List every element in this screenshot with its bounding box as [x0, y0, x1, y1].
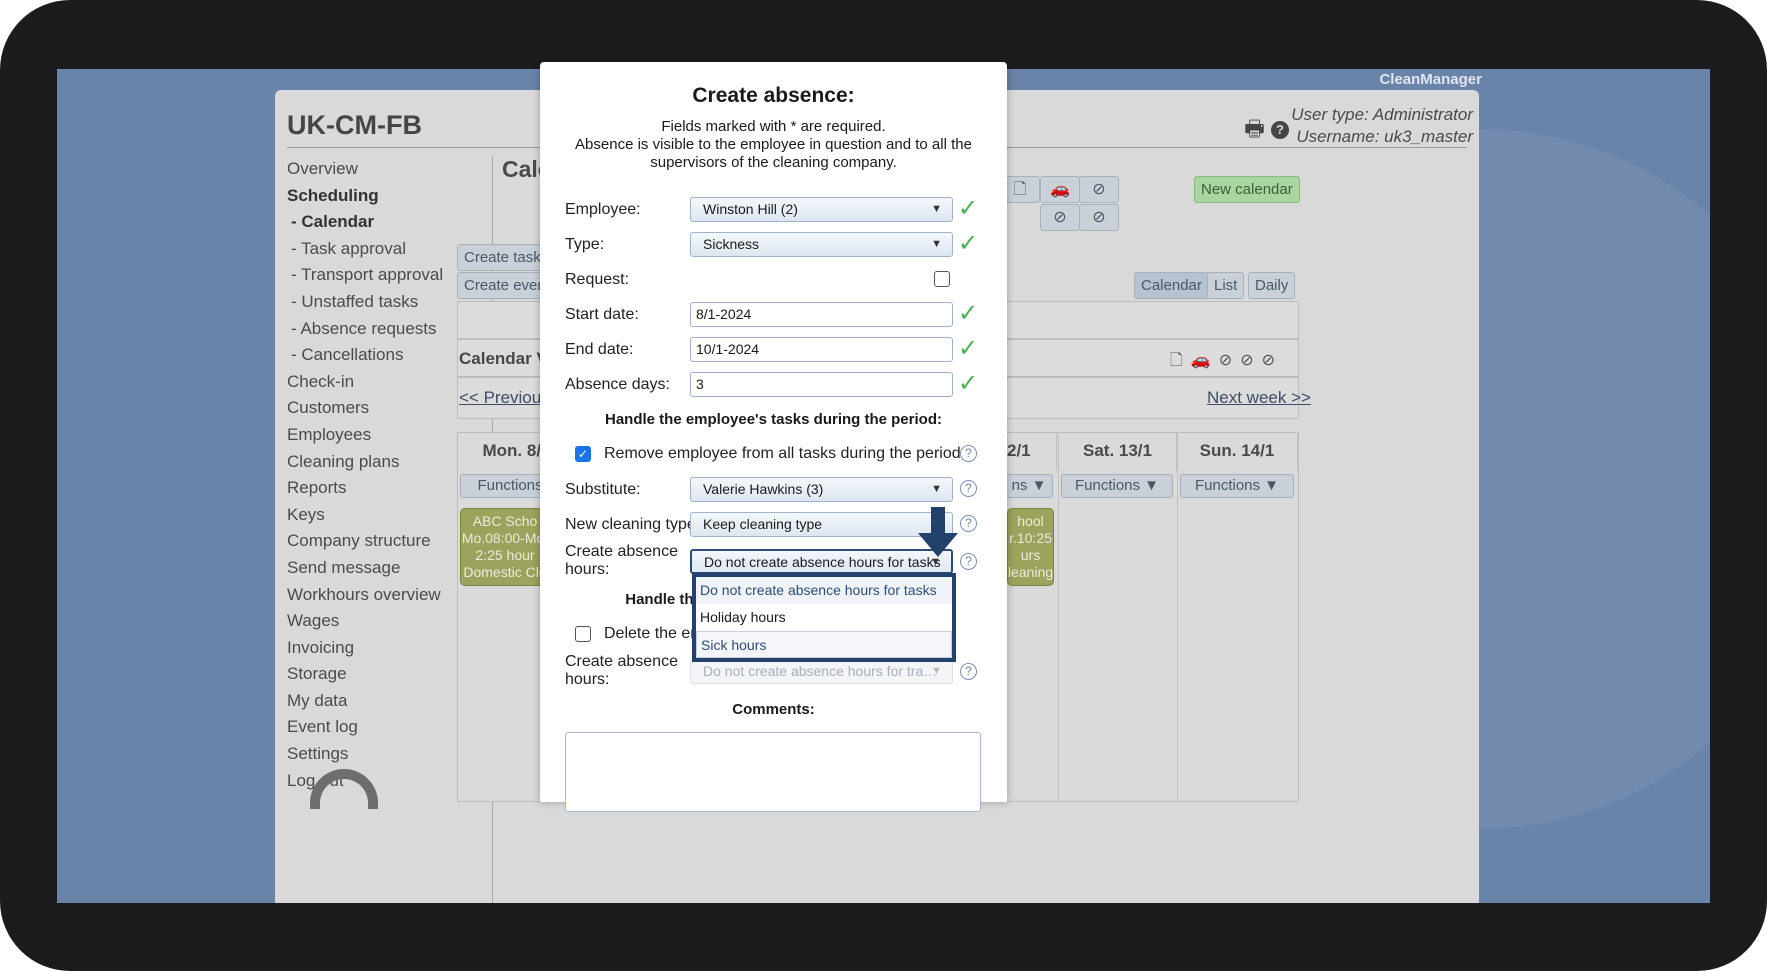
help-icon[interactable]: ? — [960, 445, 977, 462]
car-icon[interactable]: 🚗 — [1040, 176, 1080, 203]
document-icon[interactable]: 🗋 — [1170, 352, 1191, 369]
substitute-select[interactable]: Valerie Hawkins (3) ▼ — [690, 477, 953, 502]
absence-days-label: Absence days: — [565, 376, 670, 393]
type-select[interactable]: Sickness ▼ — [690, 232, 953, 257]
tab-calendar[interactable]: Calendar — [1134, 272, 1209, 299]
start-date-input[interactable]: 8/1-2024 — [690, 302, 953, 327]
no-entry-icon[interactable]: ⊘ — [1079, 176, 1119, 203]
check-icon: ✓ — [958, 195, 979, 222]
comments-label: Comments: — [732, 701, 815, 718]
remove-employee-checkbox[interactable]: ✓ — [575, 446, 591, 462]
dropdown-option-none[interactable]: Do not create absence hours for tasks — [696, 577, 952, 604]
column-divider — [1058, 470, 1059, 802]
dialog-title: Create absence: — [692, 84, 855, 107]
type-label: Type: — [565, 236, 605, 253]
dialog-info: Fields marked with * are required. Absen… — [575, 118, 972, 171]
absence-hours-label: Create absence hours: — [565, 543, 678, 578]
no-cleaning-icon[interactable]: ⊘ — [1262, 352, 1283, 369]
tab-daily[interactable]: Daily — [1248, 272, 1296, 299]
help-icon[interactable]: ? — [960, 515, 977, 532]
user-type: User type: Administrator — [1291, 105, 1473, 124]
no-staff-icon[interactable]: ⊘ — [1240, 352, 1261, 369]
absence-hours2-select[interactable]: Do not create absence hours for tra… ▼ — [690, 659, 953, 684]
toolbar-icons: 🖶 ? — [1244, 112, 1289, 150]
substitute-label: Substitute: — [565, 481, 641, 498]
absence-hours-dropdown: Do not create absence hours for tasks Ho… — [694, 575, 954, 660]
new-calendar-button[interactable]: New calendar — [1194, 176, 1300, 203]
no-cleaning-icon[interactable]: ⊘ — [1040, 204, 1080, 231]
start-date-label: Start date: — [565, 306, 639, 323]
brand-label: CleanManager — [1379, 71, 1482, 88]
chevron-down-icon: ▼ — [931, 203, 942, 215]
dropdown-option-holiday[interactable]: Holiday hours — [696, 604, 952, 631]
check-icon: ✓ — [958, 335, 979, 362]
day-header-sat: Sat. 13/1 — [1058, 432, 1177, 470]
day-header-partial: 2/1 — [1007, 432, 1057, 470]
employee-select[interactable]: Winston Hill (2) ▼ — [690, 197, 953, 222]
calendar-event-left[interactable]: ABC Scho Mo.08:00-Mo. 2:25 hour Domestic Cl… — [460, 508, 550, 586]
remove-employee-label: Remove employee from all tasks during th… — [604, 445, 961, 462]
request-checkbox[interactable] — [934, 271, 950, 287]
tab-list[interactable]: List — [1207, 272, 1245, 299]
help-icon[interactable]: ? — [960, 663, 977, 680]
check-icon: ✓ — [958, 370, 979, 397]
app-title: UK-CM-FB — [287, 110, 422, 140]
create-task-button[interactable]: Create task — [457, 244, 548, 271]
cleaning-type-label: New cleaning type: — [565, 516, 701, 533]
functions-button-sat[interactable]: Functions ▼ — [1061, 474, 1173, 498]
view-icons: 🗋🚗⊘⊘⊘ — [1170, 349, 1283, 376]
sidebar-item-calendar[interactable]: - Calendar — [287, 209, 492, 236]
dropdown-option-sick[interactable]: Sick hours — [696, 631, 952, 658]
end-date-input[interactable]: 10/1-2024 — [690, 337, 953, 362]
absence-hours-select[interactable]: Do not create absence hours for tasks ▼ — [690, 549, 953, 574]
check-icon: ✓ — [958, 230, 979, 257]
user-info: User type: Administrator Username: uk3_m… — [1291, 104, 1473, 148]
sidebar-item-scheduling[interactable]: Scheduling — [287, 183, 492, 210]
next-week-link[interactable]: Next week >> — [1207, 388, 1311, 408]
day-header-sun: Sun. 14/1 — [1177, 432, 1298, 470]
chevron-down-icon: ▼ — [931, 665, 942, 677]
employee-label: Employee: — [565, 201, 641, 218]
help-icon[interactable]: ? — [960, 480, 977, 497]
arrow-down-icon — [918, 507, 958, 557]
chevron-down-icon: ▼ — [931, 238, 942, 250]
delete-employee-checkbox[interactable] — [575, 626, 591, 642]
calendar-event-right[interactable]: hool r.10:25 urs leaning — [1007, 508, 1054, 586]
help-icon[interactable]: ? — [960, 553, 977, 570]
request-label: Request: — [565, 271, 630, 288]
car-icon[interactable]: 🚗 — [1191, 352, 1219, 369]
delete-employee-label: Delete the em — [604, 625, 704, 642]
chevron-down-icon: ▼ — [931, 483, 942, 495]
absence-hours2-label: Create absence hours: — [565, 653, 678, 688]
check-icon: ✓ — [958, 300, 979, 327]
printer-icon[interactable]: 🖶 — [1244, 116, 1265, 141]
section-tasks-title: Handle the employee's tasks during the p… — [605, 411, 942, 428]
create-absence-dialog: Create absence: Fields marked with * are… — [540, 62, 1007, 812]
cleaning-type-select[interactable]: Keep cleaning type▼ — [690, 512, 953, 537]
absence-days-input[interactable]: 3 — [690, 372, 953, 397]
calendar-view-label: Calendar Vi — [459, 349, 553, 368]
end-date-label: End date: — [565, 341, 634, 358]
previous-week-link[interactable]: << Previous — [459, 388, 550, 408]
help-icon[interactable]: ? — [1271, 121, 1289, 140]
comments-textarea[interactable] — [565, 732, 981, 812]
functions-button-sun[interactable]: Functions ▼ — [1180, 474, 1294, 498]
column-divider — [1177, 432, 1178, 802]
sidebar-item-overview[interactable]: Overview — [287, 156, 492, 183]
functions-button-partial[interactable]: ns ▼ — [1005, 474, 1053, 498]
no-entry-icon[interactable]: ⊘ — [1219, 352, 1240, 369]
no-staff-icon[interactable]: ⊘ — [1079, 204, 1119, 231]
username: Username: uk3_master — [1296, 127, 1473, 146]
